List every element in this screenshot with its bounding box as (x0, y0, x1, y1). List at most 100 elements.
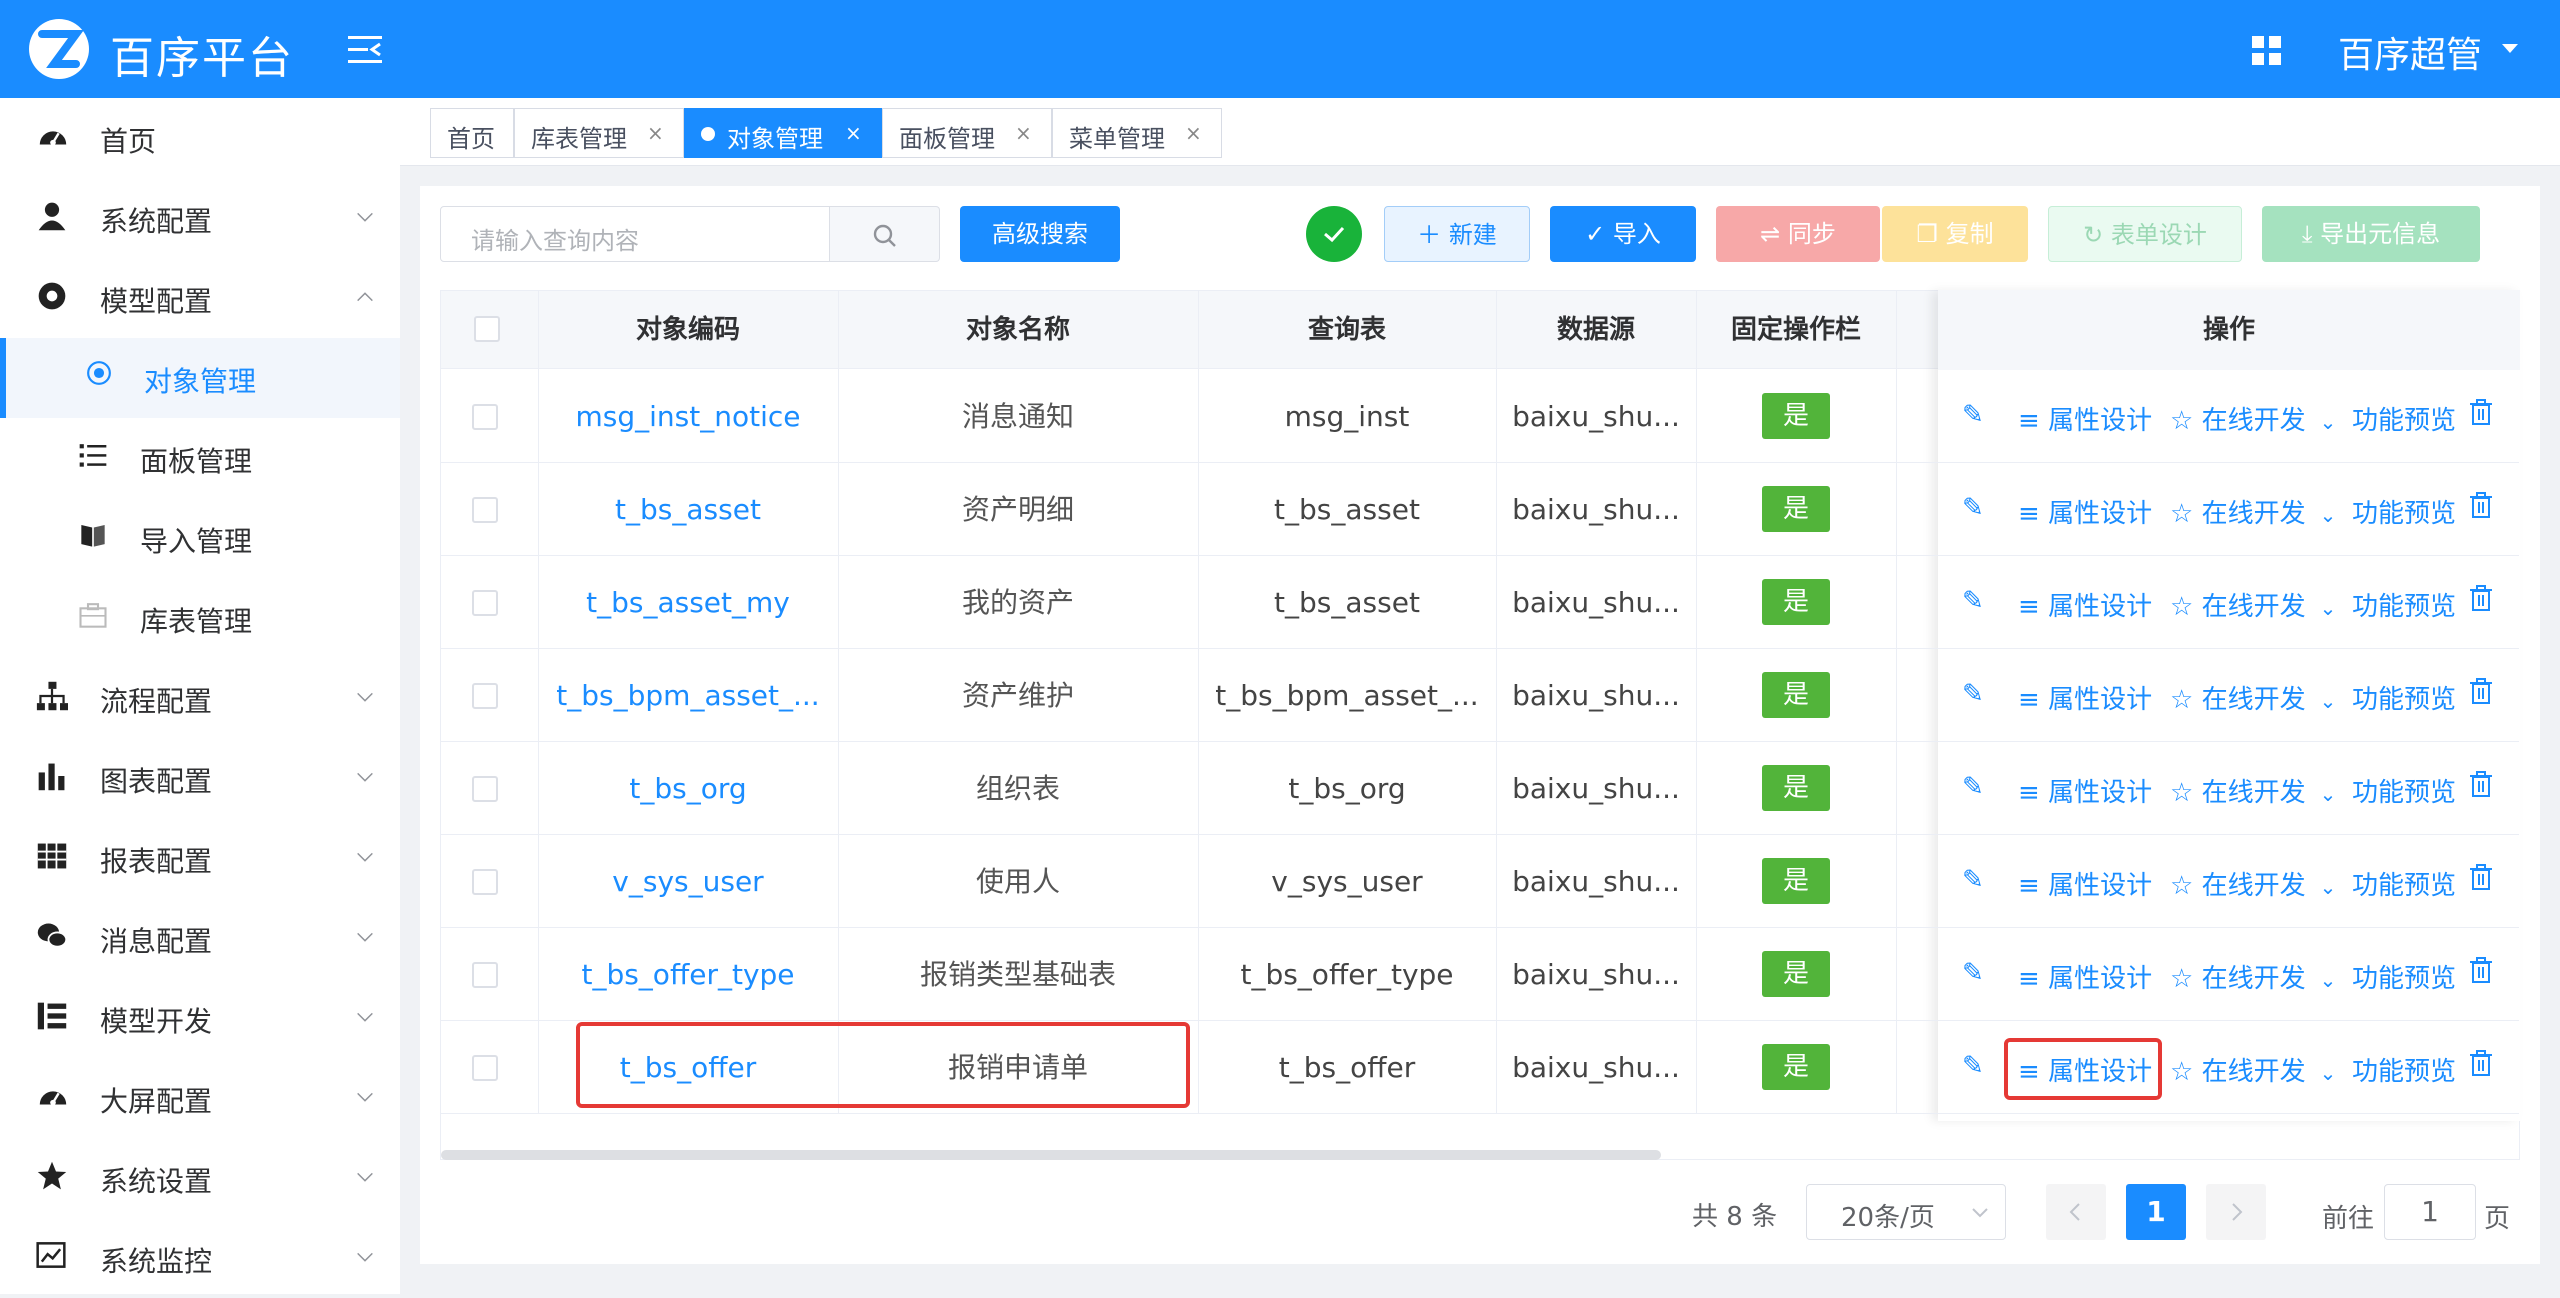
row-checkbox[interactable] (472, 962, 498, 988)
goto-page-input[interactable]: 1 (2384, 1184, 2476, 1240)
page-size-select[interactable]: 20条/页 (1806, 1184, 2006, 1240)
edit-icon[interactable]: ✎ (1962, 493, 1984, 523)
row-checkbox[interactable] (472, 497, 498, 523)
tab-panel-management[interactable]: 面板管理 × (882, 108, 1052, 158)
preview-link[interactable]: 功能预览 (2352, 865, 2456, 902)
edit-icon[interactable]: ✎ (1962, 772, 1984, 802)
preview-link[interactable]: 功能预览 (2352, 493, 2456, 530)
online-dev-dropdown[interactable]: ☆ 在线开发 ⌄ (2170, 865, 2336, 902)
row-checkbox[interactable] (472, 590, 498, 616)
sidebar-item-4[interactable]: 面板管理 (0, 418, 400, 498)
object-code-link[interactable]: v_sys_user (538, 835, 838, 928)
column-header-fixed-actions[interactable]: 固定操作栏 (1696, 290, 1896, 370)
delete-icon[interactable] (2470, 1049, 2492, 1084)
search-button[interactable] (830, 206, 940, 262)
next-page-button[interactable] (2206, 1184, 2266, 1240)
delete-icon[interactable] (2470, 956, 2492, 991)
attribute-design-link[interactable]: ≡ 属性设计 (2018, 679, 2152, 716)
column-header-name[interactable]: 对象名称 (838, 290, 1198, 370)
edit-icon[interactable]: ✎ (1962, 958, 1984, 988)
online-dev-dropdown[interactable]: ☆ 在线开发 ⌄ (2170, 586, 2336, 623)
object-code-link[interactable]: t_bs_org (538, 742, 838, 835)
preview-link[interactable]: 功能预览 (2352, 586, 2456, 623)
online-dev-dropdown[interactable]: ☆ 在线开发 ⌄ (2170, 772, 2336, 809)
column-header-code[interactable]: 对象编码 (538, 290, 838, 370)
sidebar-item-10[interactable]: 消息配置 (0, 898, 400, 978)
object-code-link[interactable]: t_bs_asset_my (538, 556, 838, 649)
close-icon[interactable]: × (1185, 121, 1202, 145)
tab-object-management[interactable]: 对象管理 × (684, 108, 882, 158)
sidebar-item-0[interactable]: 首页 (0, 98, 400, 178)
sidebar-item-3[interactable]: 对象管理 (0, 338, 400, 418)
row-checkbox[interactable] (472, 869, 498, 895)
export-meta-button[interactable]: ⤓ 导出元信息 (2262, 206, 2480, 262)
caret-down-icon[interactable] (2500, 42, 2520, 56)
attribute-design-link[interactable]: ≡ 属性设计 (2018, 400, 2152, 437)
sidebar-item-12[interactable]: 大屏配置 (0, 1058, 400, 1138)
attribute-design-link[interactable]: ≡ 属性设计 (2018, 958, 2152, 995)
online-dev-dropdown[interactable]: ☆ 在线开发 ⌄ (2170, 679, 2336, 716)
attribute-design-link[interactable]: ≡ 属性设计 (2018, 493, 2152, 530)
sidebar-item-1[interactable]: 系统配置 (0, 178, 400, 258)
copy-button[interactable]: ❐ 复制 (1882, 206, 2028, 262)
attribute-design-link[interactable]: ≡ 属性设计 (2018, 586, 2152, 623)
object-code-link[interactable]: t_bs_offer_type (538, 928, 838, 1021)
tab-table-management[interactable]: 库表管理 × (514, 108, 684, 158)
menu-fold-icon[interactable] (348, 34, 382, 66)
user-menu[interactable]: 百序超管 (2338, 26, 2482, 78)
column-header-datasource[interactable]: 数据源 (1496, 290, 1696, 370)
sidebar-item-5[interactable]: 导入管理 (0, 498, 400, 578)
object-code-link[interactable]: msg_inst_notice (538, 370, 838, 463)
close-icon[interactable]: × (647, 121, 664, 145)
attribute-design-link[interactable]: ≡ 属性设计 (2018, 772, 2152, 809)
edit-icon[interactable]: ✎ (1962, 400, 1984, 430)
sync-button[interactable]: ⇌ 同步 (1716, 206, 1880, 262)
online-dev-dropdown[interactable]: ☆ 在线开发 ⌄ (2170, 493, 2336, 530)
sidebar-item-7[interactable]: 流程配置 (0, 658, 400, 738)
prev-page-button[interactable] (2046, 1184, 2106, 1240)
preview-link[interactable]: 功能预览 (2352, 1051, 2456, 1088)
page-number-current[interactable]: 1 (2126, 1184, 2186, 1240)
new-button[interactable]: ＋ 新建 (1384, 206, 1530, 262)
object-code-link[interactable]: t_bs_asset (538, 463, 838, 556)
sidebar-item-6[interactable]: 库表管理 (0, 578, 400, 658)
edit-icon[interactable]: ✎ (1962, 679, 1984, 709)
delete-icon[interactable] (2470, 677, 2492, 712)
edit-icon[interactable]: ✎ (1962, 865, 1984, 895)
sidebar-item-2[interactable]: 模型配置 (0, 258, 400, 338)
sidebar-item-8[interactable]: 图表配置 (0, 738, 400, 818)
online-dev-dropdown[interactable]: ☆ 在线开发 ⌄ (2170, 1051, 2336, 1088)
online-dev-dropdown[interactable]: ☆ 在线开发 ⌄ (2170, 400, 2336, 437)
row-checkbox[interactable] (472, 404, 498, 430)
preview-link[interactable]: 功能预览 (2352, 679, 2456, 716)
preview-link[interactable]: 功能预览 (2352, 400, 2456, 437)
edit-icon[interactable]: ✎ (1962, 586, 1984, 616)
search-input[interactable]: 请输入查询内容 (440, 206, 830, 262)
delete-icon[interactable] (2470, 584, 2492, 619)
horizontal-scrollbar[interactable] (441, 1150, 1661, 1160)
tab-menu-management[interactable]: 菜单管理 × (1052, 108, 1222, 158)
apps-grid-icon[interactable] (2252, 36, 2282, 66)
delete-icon[interactable] (2470, 863, 2492, 898)
preview-link[interactable]: 功能预览 (2352, 958, 2456, 995)
sidebar-item-13[interactable]: 系统设置 (0, 1138, 400, 1218)
sidebar-item-9[interactable]: 报表配置 (0, 818, 400, 898)
advanced-search-button[interactable]: 高级搜索 (960, 206, 1120, 262)
close-icon[interactable]: × (1015, 121, 1032, 145)
edit-icon[interactable]: ✎ (1962, 1051, 1984, 1081)
attribute-design-link[interactable]: ≡ 属性设计 (2018, 865, 2152, 902)
row-checkbox[interactable] (472, 1055, 498, 1081)
column-header-query-table[interactable]: 查询表 (1198, 290, 1496, 370)
row-checkbox[interactable] (472, 776, 498, 802)
row-checkbox[interactable] (472, 683, 498, 709)
import-button[interactable]: ✓ 导入 (1550, 206, 1696, 262)
close-icon[interactable]: × (845, 121, 862, 145)
confirm-check-button[interactable] (1306, 206, 1362, 262)
form-design-button[interactable]: ↻ 表单设计 (2048, 206, 2242, 262)
sidebar-item-14[interactable]: 系统监控 (0, 1218, 400, 1298)
preview-link[interactable]: 功能预览 (2352, 772, 2456, 809)
delete-icon[interactable] (2470, 491, 2492, 526)
online-dev-dropdown[interactable]: ☆ 在线开发 ⌄ (2170, 958, 2336, 995)
select-all-checkbox[interactable] (474, 316, 500, 342)
delete-icon[interactable] (2470, 398, 2492, 433)
